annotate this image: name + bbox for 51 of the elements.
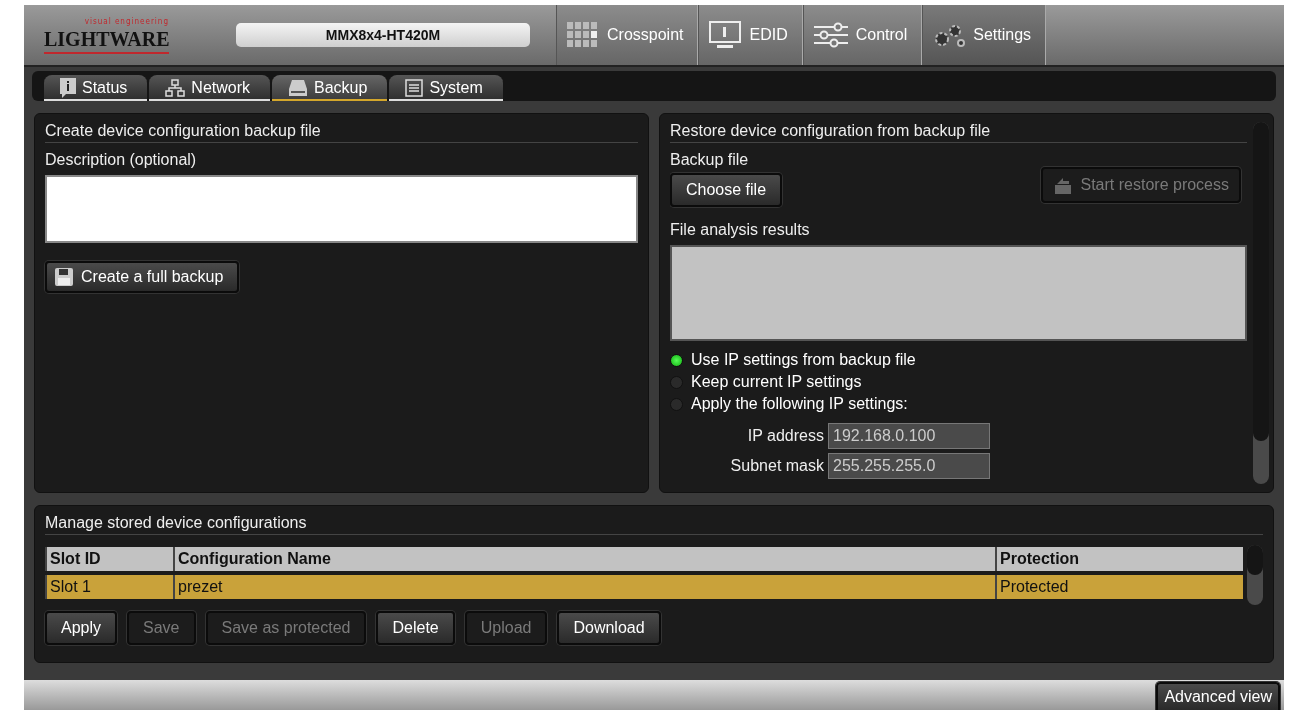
choose-file-button[interactable]: Choose file	[670, 173, 783, 207]
device-name: MMX8x4-HT420M	[236, 23, 530, 47]
advanced-view-button[interactable]: Advanced view	[1156, 682, 1280, 710]
list-icon	[405, 79, 424, 97]
network-icon	[165, 79, 186, 97]
table-cell: prezet	[173, 575, 995, 599]
text-field[interactable]: 192.168.0.100	[828, 423, 990, 449]
info-icon	[60, 78, 76, 98]
action-button[interactable]: Apply	[45, 611, 118, 645]
radio-button[interactable]	[670, 353, 683, 367]
table-cell: Protected	[995, 575, 1243, 599]
nav-tab[interactable]: Crosspoint	[556, 5, 699, 65]
monitor-icon	[709, 21, 742, 49]
radio-button[interactable]	[670, 375, 683, 389]
table-cell: Slot 1	[45, 575, 173, 599]
field-label: Subnet mask	[729, 457, 824, 475]
radio-label[interactable]: Apply the following IP settings:	[691, 395, 908, 413]
field-label: Description (optional)	[45, 151, 198, 169]
scrollbar[interactable]	[1247, 545, 1263, 605]
gears-icon	[933, 22, 966, 48]
action-button[interactable]: Download	[557, 611, 661, 645]
nav-tab[interactable]: Control	[802, 5, 923, 65]
sub-tab[interactable]: Network	[149, 75, 271, 101]
text-field[interactable]: 255.255.255.0	[828, 453, 990, 479]
sliders-icon	[813, 22, 848, 48]
radio-label[interactable]: Keep current IP settings	[691, 373, 862, 391]
grid-icon	[567, 22, 599, 48]
field-label: Backup file	[670, 151, 750, 169]
scrollbar-thumb[interactable]	[1247, 545, 1263, 575]
description-field[interactable]	[45, 175, 638, 243]
create-backup-button[interactable]: Create a full backup	[45, 261, 240, 293]
action-button[interactable]: Delete	[376, 611, 455, 645]
table-row[interactable]: Slot 1 prezet Protected	[45, 575, 1243, 599]
panel-title: Manage stored device configurations	[45, 514, 1263, 535]
nav-tab[interactable]: Settings	[922, 5, 1047, 65]
panel-title: Create device configuration backup file	[45, 122, 638, 143]
drive-icon	[288, 79, 309, 97]
logo: LIGHTWARE	[44, 25, 169, 54]
radio-button[interactable]	[670, 397, 683, 411]
panel-title: Restore device configuration from backup file	[670, 122, 1247, 143]
field-label: File analysis results	[670, 221, 811, 239]
sub-tab[interactable]: Status	[44, 75, 148, 101]
sub-tab[interactable]: System	[389, 75, 503, 101]
column-header[interactable]: Configuration Name	[173, 547, 995, 571]
column-header[interactable]: Protection	[995, 547, 1243, 571]
sub-tab[interactable]: Backup	[272, 75, 388, 101]
radio-label[interactable]: Use IP settings from backup file	[691, 351, 916, 369]
field-label: IP address	[746, 427, 824, 445]
logo-tagline: visual engineering	[83, 16, 169, 26]
column-header[interactable]: Slot ID	[45, 547, 173, 571]
nav-tab[interactable]: EDID	[698, 5, 803, 65]
